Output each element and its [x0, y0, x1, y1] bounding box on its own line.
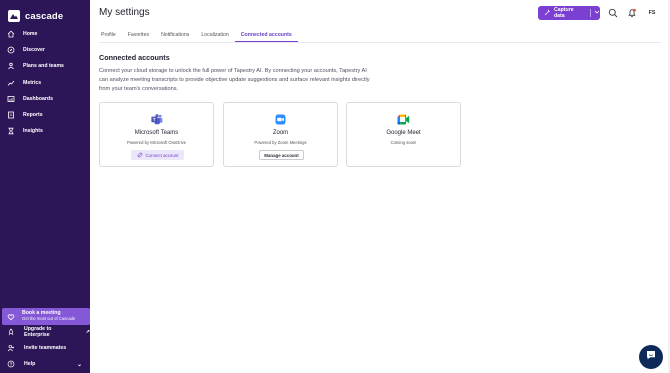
sidebar-item-plans-and-teams[interactable]: Plans and teams — [0, 58, 90, 74]
card-subtitle: Powered by Zoom Meetings — [254, 140, 307, 145]
invite-teammates-link[interactable]: Invite teammates — [0, 341, 90, 355]
tab-notifications[interactable]: Notifications — [155, 28, 195, 42]
book-meeting-subtitle: Get the most out of Cascade — [22, 316, 76, 322]
microsoft-teams-card: T Microsoft Teams Powered by Microsoft O… — [99, 102, 214, 167]
insights-icon — [7, 127, 15, 135]
app-logo[interactable]: cascade — [8, 9, 63, 23]
main-content: My settings Capture data FS Profile Favo… — [90, 0, 670, 373]
tabs-divider — [99, 42, 661, 43]
divider — [590, 9, 591, 17]
capture-data-label: Capture data — [554, 7, 574, 19]
zoom-card: Zoom Powered by Zoom Meetings Manage acc… — [223, 102, 338, 167]
book-meeting-button[interactable]: Book a meeting Get the most out of Casca… — [2, 308, 90, 325]
capture-data-button[interactable]: Capture data — [538, 6, 600, 20]
help-label: Help — [24, 361, 36, 367]
card-subtitle: Powered by Microsoft OneDrive — [126, 140, 187, 145]
connect-account-button[interactable]: Connect account — [131, 150, 184, 160]
bell-icon[interactable] — [627, 8, 637, 18]
home-icon — [7, 30, 15, 38]
book-meeting-text: Book a meeting Get the most out of Casca… — [22, 310, 76, 322]
sidebar-item-label: Insights — [23, 128, 43, 135]
reports-icon — [7, 111, 15, 119]
google-meet-card: Google Meet Coming soon! — [346, 102, 461, 167]
card-title: Microsoft Teams — [134, 130, 179, 136]
tab-localization[interactable]: Localization — [195, 28, 234, 42]
chevron-down-icon: ⌄ — [76, 361, 82, 368]
section-title: Connected accounts — [99, 53, 170, 62]
sidebar: cascade Home Discover Plans and teams Me… — [0, 0, 90, 373]
sidebar-item-label: Dashboards — [23, 95, 53, 102]
microsoft-teams-icon: T — [100, 114, 213, 125]
sidebar-item-label: Home — [23, 31, 38, 38]
manage-account-button[interactable]: Manage account — [259, 150, 304, 160]
sidebar-item-label: Discover — [23, 47, 45, 54]
svg-text:T: T — [152, 117, 155, 122]
chat-icon — [645, 348, 657, 366]
cascade-logo-icon — [8, 10, 20, 22]
google-meet-icon — [347, 114, 460, 125]
sidebar-item-label: Reports — [23, 112, 43, 119]
plans-icon — [7, 62, 15, 70]
rocket-icon — [7, 328, 15, 336]
tab-profile[interactable]: Profile — [99, 28, 122, 42]
upgrade-label: Upgrade to Enterprise — [24, 326, 52, 338]
add-user-icon — [7, 344, 15, 352]
chat-support-button[interactable] — [639, 345, 663, 369]
svg-text:?: ? — [10, 362, 13, 367]
sidebar-item-discover[interactable]: Discover — [0, 42, 90, 58]
card-title: Google Meet — [386, 130, 421, 136]
card-subtitle: Coming soon! — [390, 140, 417, 145]
sidebar-item-reports[interactable]: Reports — [0, 107, 90, 123]
heart-icon — [7, 313, 15, 321]
metrics-icon — [7, 79, 15, 87]
app-name: cascade — [25, 10, 64, 22]
sidebar-item-dashboards[interactable]: Dashboards — [0, 91, 90, 107]
zoom-icon — [224, 114, 337, 125]
sidebar-item-home[interactable]: Home — [0, 26, 90, 42]
chevron-down-icon[interactable] — [594, 9, 600, 17]
sidebar-item-metrics[interactable]: Metrics — [0, 75, 90, 91]
dashboard-icon — [7, 95, 15, 103]
card-title: Zoom — [272, 130, 289, 136]
connect-account-label: Connect account — [145, 152, 179, 158]
invite-label: Invite teammates — [24, 345, 67, 351]
avatar[interactable]: FS — [645, 6, 659, 20]
upgrade-enterprise-link[interactable]: Upgrade to Enterprise ↗ — [0, 325, 90, 339]
help-icon: ? — [7, 360, 15, 368]
settings-tabs: Profile Favorites Notifications Localiza… — [99, 28, 298, 42]
tab-favorites[interactable]: Favorites — [122, 28, 155, 42]
section-description: Connect your cloud storage to unlock the… — [99, 68, 370, 92]
link-icon — [137, 152, 143, 159]
search-icon[interactable] — [608, 8, 618, 18]
page-title: My settings — [99, 7, 150, 18]
sidebar-item-label: Metrics — [23, 79, 42, 86]
compass-icon — [7, 46, 15, 54]
sidebar-nav: Home Discover Plans and teams Metrics Da… — [0, 26, 90, 139]
sidebar-item-label: Plans and teams — [23, 63, 64, 70]
magic-wand-icon — [544, 9, 551, 18]
help-menu[interactable]: ? Help ⌄ — [0, 357, 90, 371]
tab-connected-accounts[interactable]: Connected accounts — [234, 28, 298, 42]
sidebar-item-insights[interactable]: Insights — [0, 123, 90, 139]
